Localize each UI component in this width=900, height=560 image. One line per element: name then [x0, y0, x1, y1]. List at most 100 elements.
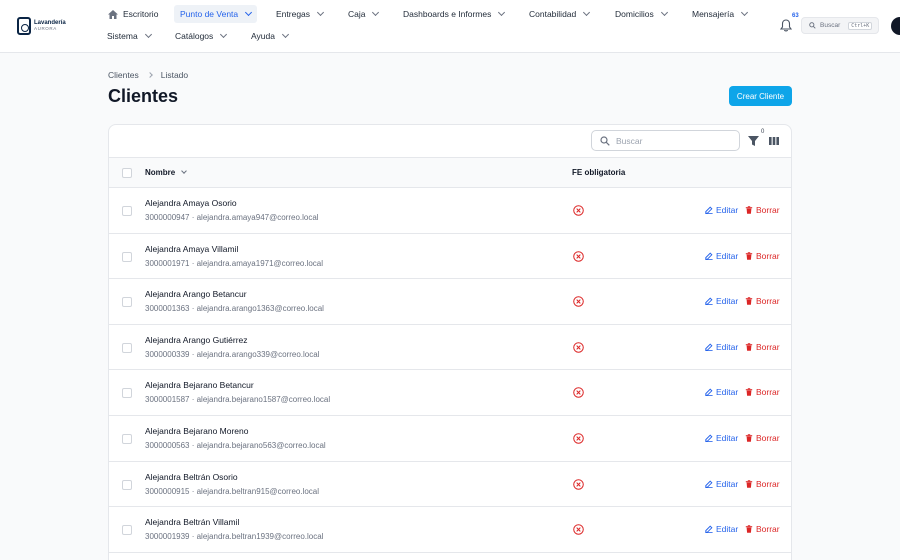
client-contact: 3000000339 · alejandra.arango339@correo.… — [145, 349, 320, 359]
edit-button[interactable]: Editar — [705, 296, 738, 306]
client-name: Alejandra Bejarano Moreno — [145, 426, 249, 436]
nav-punto-de-venta[interactable]: Punto de Venta — [174, 5, 258, 23]
client-contact: 3000001363 · alejandra.arango1363@correo… — [145, 304, 324, 314]
edit-button[interactable]: Editar — [705, 433, 738, 443]
breadcrumb: Clientes Listado — [108, 70, 188, 80]
edit-button[interactable]: Editar — [705, 479, 738, 489]
delete-button[interactable]: Borrar — [745, 251, 780, 261]
edit-button[interactable]: Editar — [705, 205, 738, 215]
delete-button[interactable]: Borrar — [745, 342, 780, 352]
create-client-button[interactable]: Crear Cliente — [729, 86, 792, 106]
chevron-down-icon — [372, 8, 380, 17]
column-header-fe-obligatoria: FE obligatoria — [572, 168, 626, 177]
x-circle-icon — [573, 342, 584, 353]
row-checkbox[interactable] — [122, 251, 132, 262]
client-name: Alejandra Beltrán Osorio — [145, 471, 238, 482]
chevron-down-icon — [741, 8, 749, 17]
row-checkbox[interactable] — [122, 525, 132, 536]
nav-ayuda[interactable]: Ayuda — [249, 27, 290, 45]
table-row: Alejandra Amaya Villamil 3000001971 · ale… — [109, 234, 791, 280]
x-circle-icon — [573, 205, 584, 216]
edit-button[interactable]: Editar — [705, 251, 738, 261]
trash-icon — [745, 388, 753, 397]
nav-domicilios[interactable]: Domicilios — [613, 5, 669, 23]
edit-icon — [705, 434, 713, 442]
row-checkbox[interactable] — [122, 342, 132, 353]
breadcrumb-listado: Listado — [160, 70, 189, 80]
nav-mensajeria[interactable]: Mensajería — [690, 5, 749, 23]
client-name: Alejandra Arango Gutiérrez — [145, 334, 248, 345]
client-name: Alejandra Amaya Villamil — [145, 243, 239, 254]
chevron-right-icon — [146, 72, 153, 78]
table-toolbar: 0 — [109, 125, 791, 158]
table-row: Alejandra Bejarano Betancur 3000001587 · … — [109, 370, 791, 416]
chevron-down-icon — [220, 30, 228, 39]
edit-icon — [705, 297, 713, 306]
row-checkbox[interactable] — [122, 479, 132, 490]
table-row: Alejandra Beltrán Osorio 3000000915 · ale… — [109, 462, 791, 508]
delete-button[interactable]: Borrar — [745, 524, 780, 534]
delete-button[interactable]: Borrar — [745, 479, 780, 489]
table-search[interactable] — [591, 130, 740, 151]
filter-count-badge: 0 — [761, 129, 765, 135]
breadcrumb-clientes[interactable]: Clientes — [108, 70, 139, 80]
row-checkbox[interactable] — [122, 434, 132, 444]
edit-button[interactable]: Editar — [705, 342, 738, 352]
client-name: Alejandra Amaya Osorio — [145, 198, 237, 208]
chevron-down-icon — [583, 8, 591, 17]
table-search-input[interactable] — [616, 135, 736, 146]
edit-icon — [705, 206, 713, 214]
nav-dashboards[interactable]: Dashboards e Informes — [401, 5, 506, 23]
edit-icon — [705, 525, 713, 534]
nav-caja[interactable]: Caja — [346, 5, 380, 23]
client-contact: 3000001587 · alejandra.bejarano1587@corr… — [145, 395, 331, 405]
client-contact: 3000000947 · alejandra.amaya947@correo.l… — [145, 213, 319, 222]
x-circle-icon — [573, 524, 584, 535]
filter-icon[interactable] — [748, 136, 759, 146]
chevron-down-icon — [281, 30, 289, 39]
table-row: Alejandra Arango Gutiérrez 3000000339 · a… — [109, 325, 791, 371]
column-header-nombre[interactable]: Nombre — [145, 168, 188, 177]
chevron-down-icon — [660, 8, 668, 17]
delete-button[interactable]: Borrar — [745, 433, 780, 443]
client-name: Alejandra Arango Betancur — [145, 289, 247, 300]
client-name: Alejandra Bejarano Betancur — [145, 380, 254, 391]
delete-button[interactable]: Borrar — [745, 387, 780, 397]
edit-icon — [705, 252, 713, 260]
delete-button[interactable]: Borrar — [745, 205, 780, 215]
table-row: Alejandra Bejarano Moreno 3000000563 · al… — [109, 416, 791, 462]
nav-entregas[interactable]: Entregas — [274, 5, 325, 23]
row-checkbox[interactable] — [122, 388, 132, 399]
nav-sistema[interactable]: Sistema — [105, 27, 153, 45]
edit-button[interactable]: Editar — [705, 387, 738, 397]
select-all-checkbox[interactable] — [122, 168, 132, 178]
nav-escritorio[interactable]: Escritorio — [106, 5, 160, 23]
nav-contabilidad[interactable]: Contabilidad — [527, 5, 591, 23]
brand-logo[interactable]: Lavandería AURORA — [17, 17, 66, 35]
edit-button[interactable]: Editar — [705, 524, 738, 534]
chevron-down-icon — [144, 30, 152, 39]
delete-button[interactable]: Borrar — [745, 296, 780, 306]
client-contact: 3000000915 · alejandra.beltran915@correo… — [145, 486, 320, 496]
row-checkbox[interactable] — [122, 206, 132, 216]
bell-icon[interactable] — [780, 19, 792, 32]
table-row: Alejandra Arango Betancur 3000001363 · al… — [109, 279, 791, 325]
table-header: Nombre FE obligatoria — [109, 158, 791, 188]
x-circle-icon — [573, 250, 584, 262]
client-name: Alejandra Beltrán Villamil — [145, 517, 240, 528]
user-avatar[interactable] — [891, 17, 900, 35]
x-circle-icon — [573, 478, 584, 490]
nav-catalogos[interactable]: Catálogos — [173, 27, 228, 45]
search-icon — [600, 135, 610, 146]
notification-count-badge: 63 — [792, 13, 799, 19]
chevron-down-icon — [498, 8, 506, 17]
x-circle-icon — [573, 387, 584, 399]
x-circle-icon — [573, 433, 584, 444]
global-search-button[interactable]: Buscar Ctrl+K — [801, 17, 879, 34]
table-row: Alejandra Amaya Osorio 3000000947 · aleja… — [109, 188, 791, 234]
clients-table-card: 0 Nombre FE obligatoria Alejandra Amaya … — [108, 124, 792, 560]
keyboard-shortcut: Ctrl+K — [848, 21, 873, 30]
chevron-down-icon — [316, 8, 325, 17]
row-checkbox[interactable] — [122, 297, 132, 308]
columns-icon[interactable] — [769, 137, 779, 145]
